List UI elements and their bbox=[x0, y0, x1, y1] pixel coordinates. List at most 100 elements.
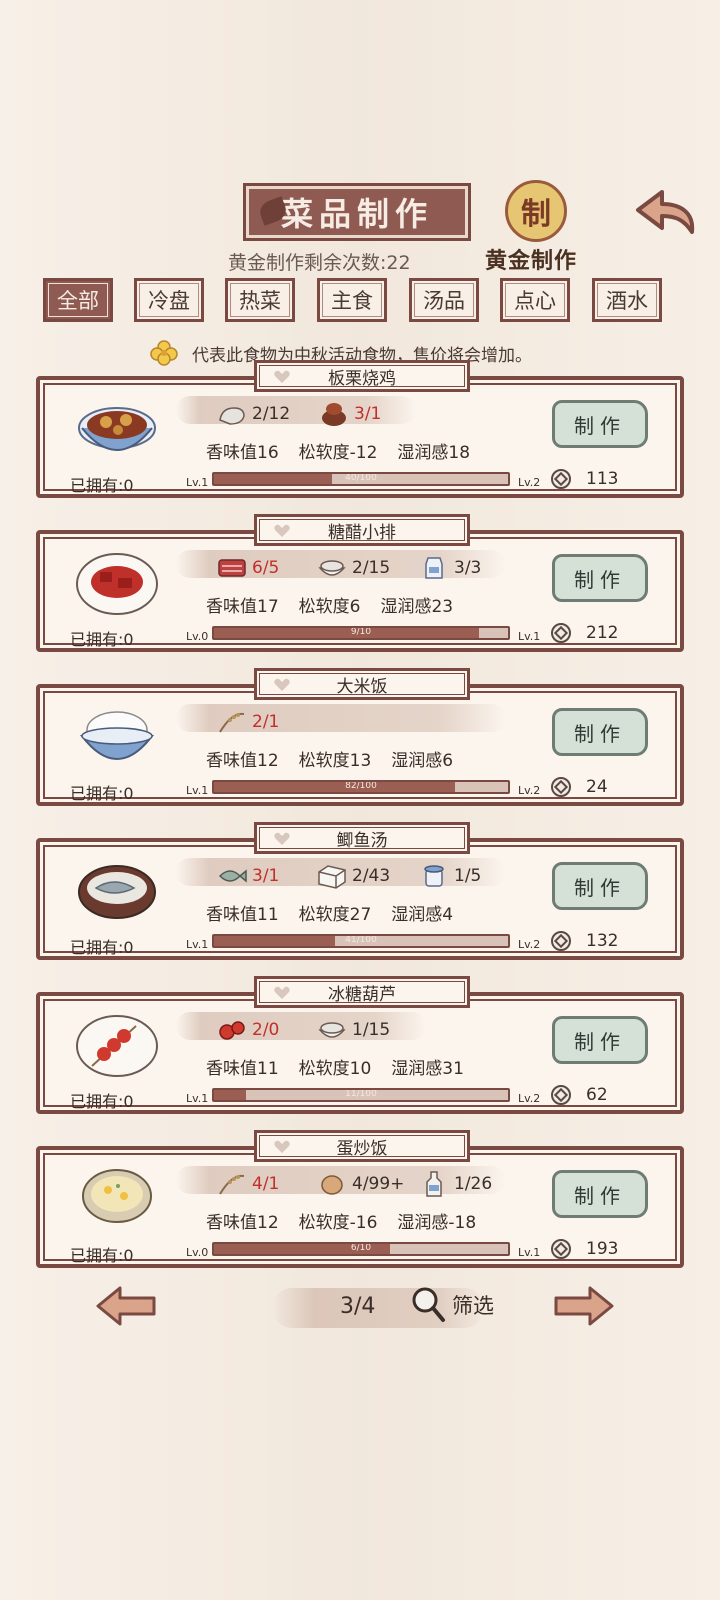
dish-card: 鲫鱼汤 已拥有:0 3/1 2/43 1/5 香味值11 松软度27 湿润感4 … bbox=[36, 822, 684, 960]
favorite-heart-icon[interactable] bbox=[273, 370, 291, 384]
candied-hawthorn-dish-icon bbox=[76, 1015, 158, 1077]
favorite-heart-icon[interactable] bbox=[273, 524, 291, 538]
favorite-heart-icon[interactable] bbox=[273, 986, 291, 1000]
tab-all[interactable]: 全部 bbox=[43, 278, 113, 322]
filter-button[interactable]: 筛选 bbox=[410, 1286, 494, 1324]
gold-make-label: 黄金制作 bbox=[485, 249, 578, 274]
dish-card: 冰糖葫芦 已拥有:0 2/0 1/15 香味值11 松软度10 湿润感31 Lv… bbox=[36, 976, 684, 1114]
magnifier-icon bbox=[412, 1287, 445, 1322]
sweet-sour-ribs-dish-icon bbox=[76, 553, 158, 615]
chicken-icon bbox=[219, 407, 245, 425]
level-current: Lv.1 bbox=[186, 476, 209, 489]
make-button[interactable]: 制作 bbox=[552, 1170, 648, 1218]
rice-stalk-icon bbox=[219, 712, 245, 733]
arrow-right-icon bbox=[554, 1286, 614, 1326]
dish-stats: 香味值11 松软度27 湿润感4 bbox=[206, 905, 454, 925]
osmanthus-flower-icon bbox=[150, 340, 178, 366]
price: 113 bbox=[550, 466, 660, 492]
chestnut-icon bbox=[322, 403, 346, 426]
ingredient: 2/0 bbox=[216, 1016, 279, 1044]
ingredient: 3/1 bbox=[318, 400, 381, 428]
tab-staples[interactable]: 主食 bbox=[317, 278, 387, 322]
owned-count: 已拥有:0 bbox=[70, 630, 134, 649]
sugar-bowl-icon bbox=[318, 1022, 346, 1038]
level-next: Lv.2 bbox=[518, 784, 541, 797]
arrow-left-icon bbox=[96, 1286, 156, 1326]
level-next: Lv.1 bbox=[518, 630, 541, 643]
egg-icon bbox=[321, 1175, 343, 1195]
salt-jar-icon bbox=[424, 865, 444, 887]
level-next: Lv.1 bbox=[518, 1246, 541, 1259]
favorite-heart-icon[interactable] bbox=[273, 1140, 291, 1154]
dish-name: 板栗烧鸡 bbox=[254, 360, 470, 392]
ingredient: 2/15 bbox=[316, 554, 390, 582]
next-page-button[interactable] bbox=[552, 1284, 616, 1328]
coin-icon bbox=[551, 623, 571, 643]
owned-count: 已拥有:0 bbox=[70, 1092, 134, 1111]
tofu-icon bbox=[318, 865, 346, 889]
prev-page-button[interactable] bbox=[94, 1284, 158, 1328]
ingredient: 3/3 bbox=[418, 554, 481, 582]
dish-card: 蛋炒饭 已拥有:0 4/1 4/99+ 1/26 香味值12 松软度-16 湿润… bbox=[36, 1130, 684, 1268]
tab-cold-dishes[interactable]: 冷盘 bbox=[134, 278, 204, 322]
make-button[interactable]: 制作 bbox=[552, 1016, 648, 1064]
coin-icon bbox=[551, 931, 571, 951]
level-next: Lv.2 bbox=[518, 476, 541, 489]
owned-count: 已拥有:0 bbox=[70, 938, 134, 957]
ingredient: 1/26 bbox=[418, 1170, 492, 1198]
sugar-bowl-icon bbox=[318, 560, 346, 576]
dish-name: 鲫鱼汤 bbox=[254, 822, 470, 854]
make-button[interactable]: 制作 bbox=[552, 400, 648, 448]
dish-name: 蛋炒饭 bbox=[254, 1130, 470, 1162]
make-button[interactable]: 制作 bbox=[552, 862, 648, 910]
level-current: Lv.1 bbox=[186, 938, 209, 951]
vinegar-jar-icon bbox=[425, 557, 443, 579]
price: 62 bbox=[550, 1082, 660, 1108]
owned-count: 已拥有:0 bbox=[70, 1246, 134, 1265]
tab-drinks[interactable]: 酒水 bbox=[592, 278, 662, 322]
level-progress-bar: 82/100 bbox=[212, 780, 510, 794]
back-button[interactable] bbox=[632, 180, 702, 242]
ingredient: 4/1 bbox=[216, 1170, 279, 1198]
level-progress-bar: 9/10 bbox=[212, 626, 510, 640]
make-button[interactable]: 制作 bbox=[552, 708, 648, 756]
dish-card: 板栗烧鸡 已拥有:0 2/12 3/1 香味值16 松软度-12 湿润感18 L… bbox=[36, 360, 684, 498]
favorite-heart-icon[interactable] bbox=[273, 832, 291, 846]
price: 132 bbox=[550, 928, 660, 954]
favorite-heart-icon[interactable] bbox=[273, 678, 291, 692]
dish-stats: 香味值17 松软度6 湿润感23 bbox=[206, 597, 454, 617]
level-current: Lv.0 bbox=[186, 630, 209, 643]
ingredient: 1/5 bbox=[418, 862, 481, 890]
gold-make-button[interactable]: 制 bbox=[505, 180, 567, 242]
ingredient: 2/1 bbox=[216, 708, 279, 736]
level-next: Lv.2 bbox=[518, 1092, 541, 1105]
dish-stats: 香味值12 松软度-16 湿润感-18 bbox=[206, 1213, 477, 1233]
tab-soups[interactable]: 汤品 bbox=[409, 278, 479, 322]
dish-card: 糖醋小排 已拥有:0 6/5 2/15 3/3 香味值17 松软度6 湿润感23… bbox=[36, 514, 684, 652]
page-title: 菜品制作 bbox=[243, 183, 471, 241]
ingredient: 2/43 bbox=[316, 862, 390, 890]
rice-stalk-icon bbox=[219, 1174, 245, 1195]
level-progress-bar: 40/100 bbox=[212, 472, 510, 486]
price: 24 bbox=[550, 774, 660, 800]
price: 212 bbox=[550, 620, 660, 646]
meat-icon bbox=[218, 559, 246, 577]
dish-name: 大米饭 bbox=[254, 668, 470, 700]
egg-fried-rice-dish-icon bbox=[82, 1169, 152, 1223]
dish-name: 糖醋小排 bbox=[254, 514, 470, 546]
ingredient: 6/5 bbox=[216, 554, 279, 582]
price: 193 bbox=[550, 1236, 660, 1262]
ingredient: 1/15 bbox=[316, 1016, 390, 1044]
fish-soup-dish-icon bbox=[78, 865, 156, 919]
dish-stats: 香味值12 松软度13 湿润感6 bbox=[206, 751, 454, 771]
coin-icon bbox=[551, 777, 571, 797]
make-button[interactable]: 制作 bbox=[552, 554, 648, 602]
hawthorn-icon bbox=[219, 1021, 245, 1040]
oil-bottle-icon bbox=[426, 1171, 442, 1197]
tab-hot-dishes[interactable]: 热菜 bbox=[225, 278, 295, 322]
dish-stats: 香味值16 松软度-12 湿润感18 bbox=[206, 443, 471, 463]
level-current: Lv.1 bbox=[186, 784, 209, 797]
tab-desserts[interactable]: 点心 bbox=[500, 278, 570, 322]
level-next: Lv.2 bbox=[518, 938, 541, 951]
coin-icon bbox=[551, 1085, 571, 1105]
